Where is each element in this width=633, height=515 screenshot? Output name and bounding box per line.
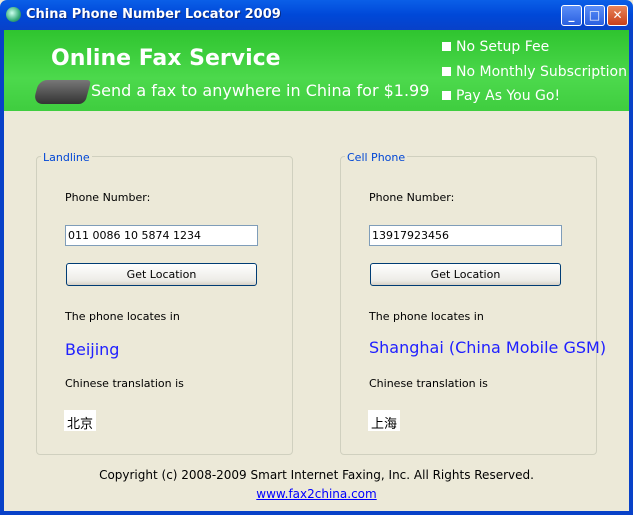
landline-legend: Landline <box>41 151 92 164</box>
cell-locates-label: The phone locates in <box>369 310 484 323</box>
bullet-square-icon <box>442 42 451 51</box>
minimize-button[interactable]: _ <box>561 5 582 26</box>
fax-machine-icon <box>32 80 92 104</box>
cell-phone-legend: Cell Phone <box>345 151 408 164</box>
cell-translation: 上海 <box>368 410 401 432</box>
maximize-button[interactable]: □ <box>584 5 605 26</box>
landline-translation: 北京 <box>64 410 97 432</box>
cell-phone-input[interactable] <box>369 225 562 246</box>
landline-translation-label: Chinese translation is <box>65 377 184 390</box>
bullet-text: No Setup Fee <box>456 39 550 55</box>
landline-get-location-button[interactable]: Get Location <box>66 263 257 286</box>
cell-location: Shanghai (China Mobile GSM) <box>369 338 607 357</box>
banner-bullet: No Setup Fee <box>442 39 549 55</box>
bullet-square-icon <box>442 91 451 100</box>
landline-phone-input[interactable] <box>65 225 258 246</box>
website-link[interactable]: www.fax2china.com <box>256 487 376 501</box>
bullet-text: No Monthly Subscription <box>456 64 627 80</box>
landline-phone-label: Phone Number: <box>65 191 151 204</box>
close-button[interactable]: ✕ <box>607 5 628 26</box>
window-title: China Phone Number Locator 2009 <box>26 7 281 22</box>
cell-phone-label: Phone Number: <box>369 191 455 204</box>
bullet-text: Pay As You Go! <box>456 88 561 104</box>
landline-locates-label: The phone locates in <box>65 310 180 323</box>
cell-translation-label: Chinese translation is <box>369 377 488 390</box>
banner-headline: Online Fax Service <box>51 46 281 71</box>
landline-location: Beijing <box>65 340 120 359</box>
banner-bullet: No Monthly Subscription <box>442 64 627 80</box>
copyright-text: Copyright (c) 2008-2009 Smart Internet F… <box>99 468 534 482</box>
app-globe-icon[interactable] <box>6 7 21 22</box>
bullet-square-icon <box>442 67 451 76</box>
website-link-container: www.fax2china.com <box>0 487 633 501</box>
cell-get-location-button[interactable]: Get Location <box>370 263 561 286</box>
banner-subline: Send a fax to anywhere in China for $1.9… <box>91 81 430 100</box>
banner-bullet: Pay As You Go! <box>442 88 560 104</box>
